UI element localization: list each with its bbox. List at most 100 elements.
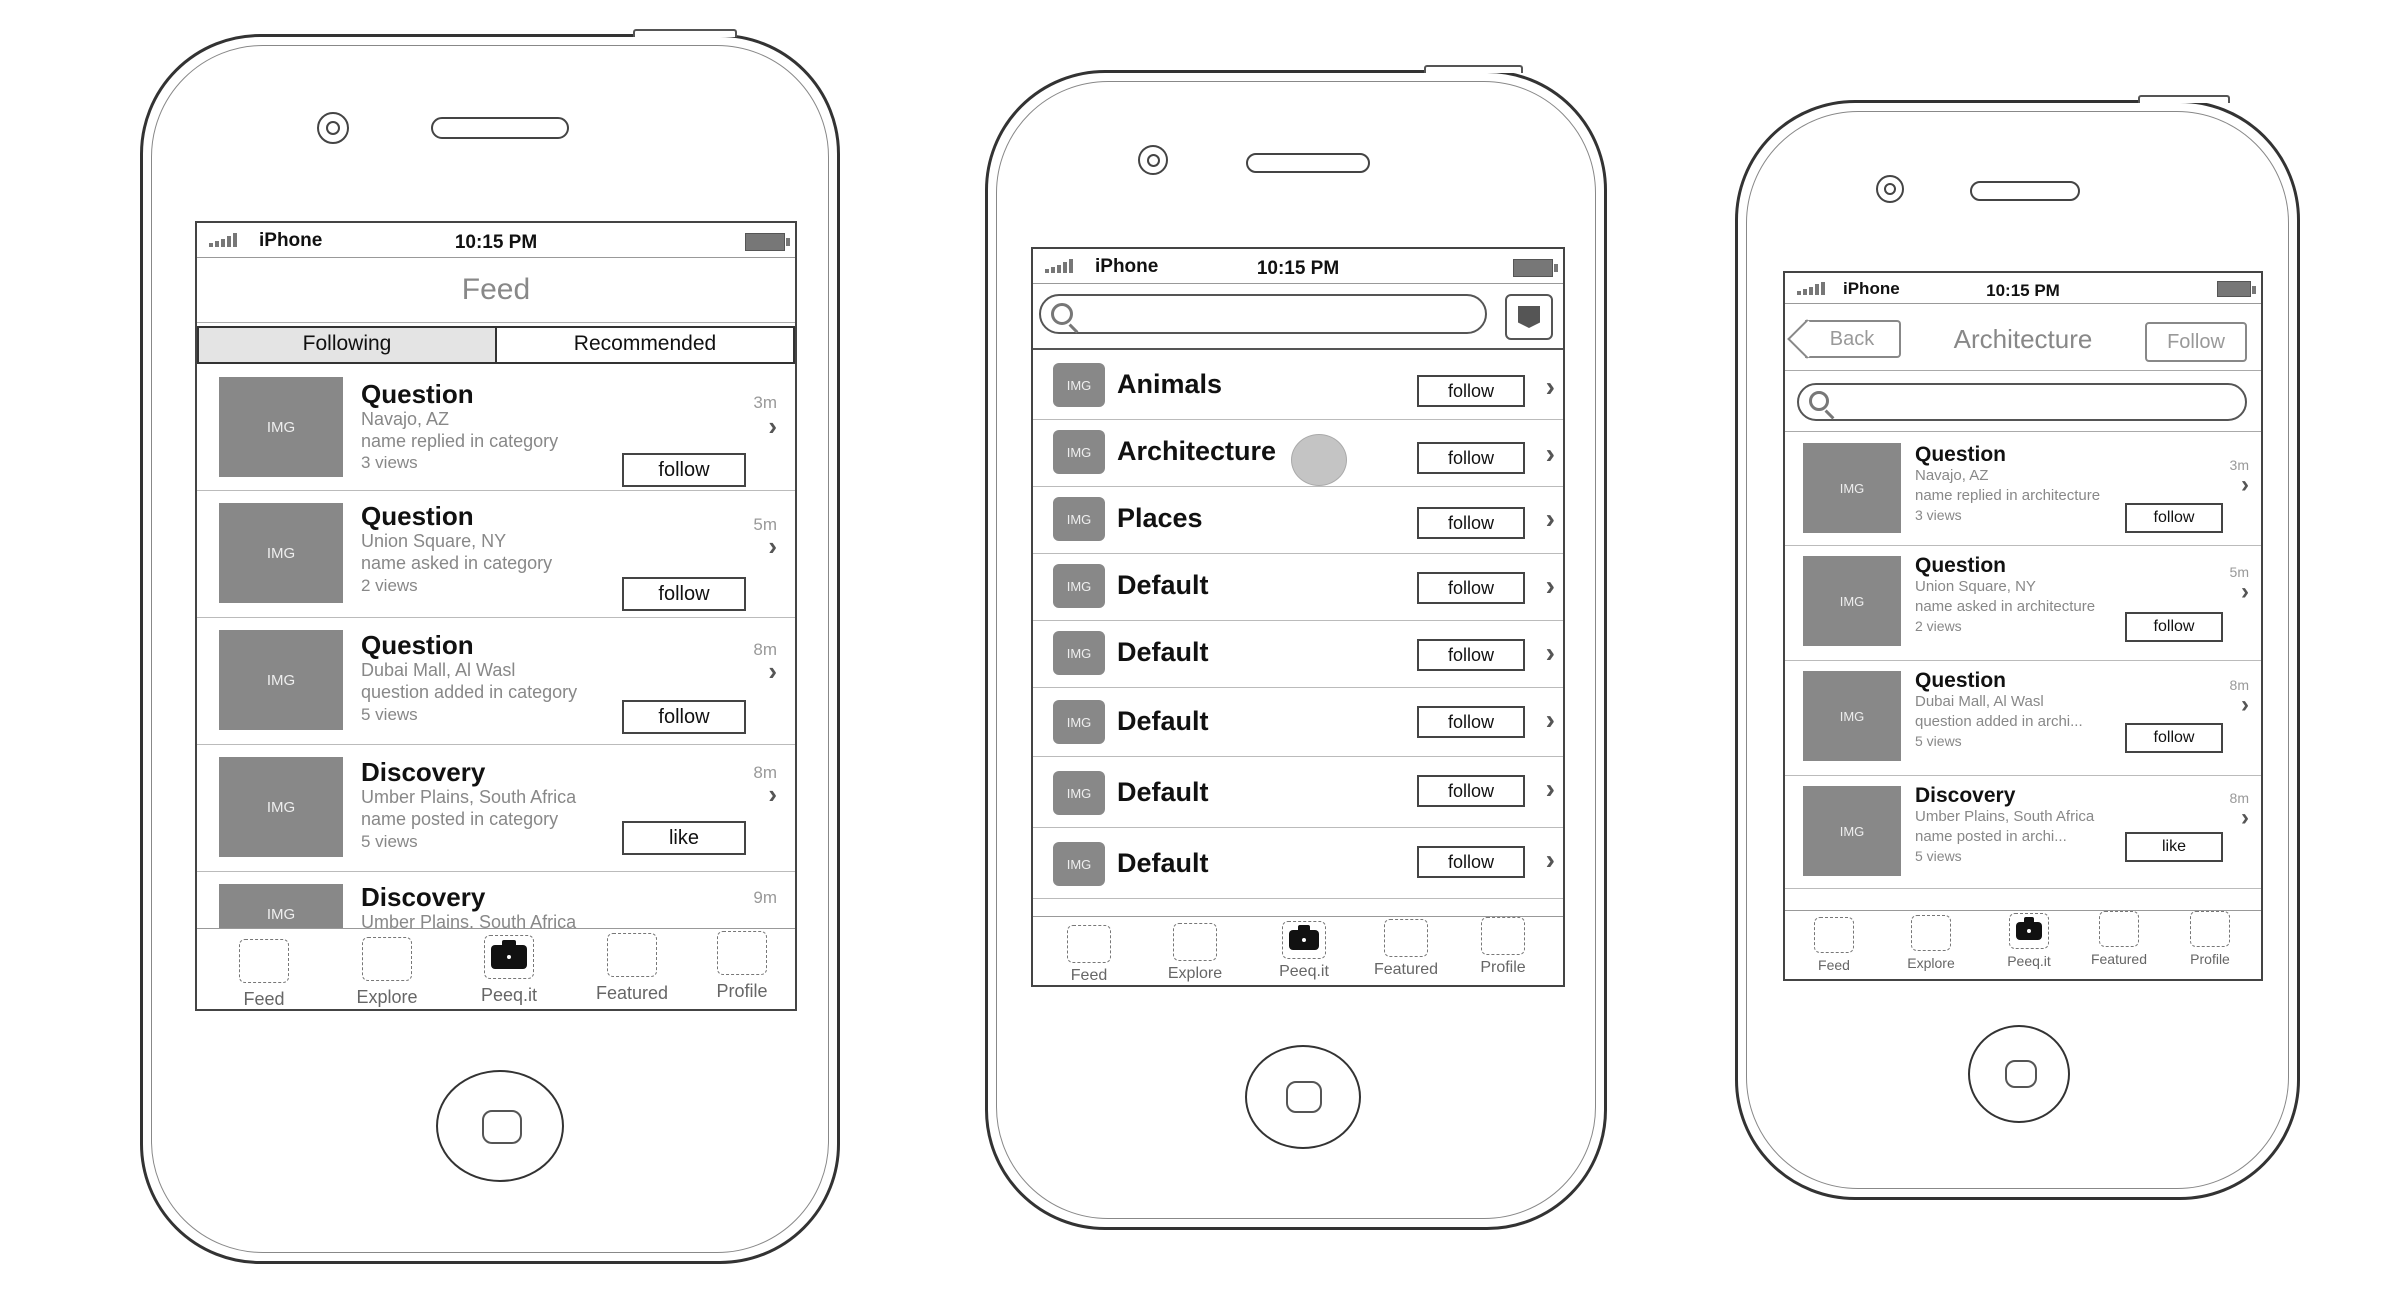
tab-profile[interactable]: Profile: [1463, 917, 1543, 977]
category-row[interactable]: IMG Architecture follow ›: [1033, 420, 1563, 487]
chevron-right-icon[interactable]: ›: [768, 531, 777, 562]
chevron-right-icon[interactable]: ›: [2241, 691, 2249, 719]
thumbnail-image: IMG: [1803, 443, 1901, 533]
like-button[interactable]: like: [622, 821, 746, 855]
chevron-right-icon[interactable]: ›: [1546, 844, 1555, 876]
tab-profile[interactable]: Profile: [697, 931, 787, 1002]
page-title: Feed: [461, 273, 531, 306]
bookmark-button[interactable]: [1505, 294, 1553, 340]
category-row[interactable]: IMG Default follow ›: [1033, 688, 1563, 757]
tab-explore[interactable]: Explore: [342, 937, 432, 1008]
thumbnail-image: IMG: [219, 503, 343, 603]
chevron-right-icon[interactable]: ›: [768, 411, 777, 442]
feed-item[interactable]: IMG Question Union Square, NY name asked…: [1785, 546, 2261, 661]
item-title: Discovery: [361, 757, 486, 787]
follow-button[interactable]: follow: [622, 453, 746, 487]
chevron-right-icon[interactable]: ›: [1546, 371, 1555, 403]
tab-feed[interactable]: Feed: [1799, 917, 1869, 973]
follow-button[interactable]: follow: [622, 577, 746, 611]
category-thumbnail: IMG: [1053, 363, 1105, 407]
follow-button[interactable]: follow: [1417, 442, 1525, 474]
thumbnail-image: IMG: [1803, 671, 1901, 761]
chevron-right-icon[interactable]: ›: [768, 779, 777, 810]
battery-icon: [745, 233, 790, 251]
follow-button[interactable]: follow: [1417, 775, 1525, 807]
category-name: Places: [1117, 503, 1203, 533]
chevron-right-icon[interactable]: ›: [1546, 503, 1555, 535]
status-bar: iPhone 10:15 PM: [197, 223, 795, 258]
category-thumbnail: IMG: [1053, 631, 1105, 675]
segment-following[interactable]: Following: [199, 328, 497, 362]
feed-item[interactable]: IMG Discovery Umber Plains, South Africa…: [1785, 776, 2261, 889]
search-input[interactable]: [1797, 383, 2247, 421]
item-action: name asked in category: [361, 553, 553, 573]
chevron-right-icon[interactable]: ›: [1546, 438, 1555, 470]
tab-peeqit[interactable]: Peeq.it: [1259, 921, 1349, 981]
tab-featured[interactable]: Featured: [582, 933, 682, 1004]
follow-button[interactable]: follow: [1417, 846, 1525, 878]
tab-profile[interactable]: Profile: [2175, 911, 2245, 967]
tab-bar: Feed Explore Peeq.it Featured Profile: [1785, 910, 2261, 979]
chevron-right-icon[interactable]: ›: [1546, 704, 1555, 736]
like-button[interactable]: like: [2125, 832, 2223, 862]
tab-label: Feed: [1818, 957, 1850, 973]
follow-button[interactable]: follow: [1417, 507, 1525, 539]
nav-bar: Back Architecture Follow: [1785, 304, 2261, 371]
search-input[interactable]: [1039, 294, 1487, 334]
feed-item[interactable]: IMG Question Dubai Mall, Al Wasl questio…: [197, 618, 795, 745]
category-row[interactable]: IMG Places follow ›: [1033, 487, 1563, 554]
feed-item[interactable]: IMG Discovery Umber Plains, South Africa…: [197, 872, 795, 944]
chevron-right-icon[interactable]: ›: [1546, 570, 1555, 602]
follow-button[interactable]: follow: [1417, 706, 1525, 738]
power-button: [633, 29, 737, 37]
category-name: Default: [1117, 570, 1209, 600]
tab-peeqit[interactable]: Peeq.it: [1989, 913, 2069, 969]
home-button[interactable]: [1245, 1045, 1361, 1149]
home-button[interactable]: [1968, 1025, 2070, 1123]
category-name: Default: [1117, 848, 1209, 878]
chevron-right-icon[interactable]: ›: [768, 656, 777, 687]
category-row[interactable]: IMG Default follow ›: [1033, 828, 1563, 899]
follow-button[interactable]: follow: [1417, 375, 1525, 407]
feed-item[interactable]: IMG Question Union Square, NY name asked…: [197, 491, 795, 618]
item-title: Question: [1915, 669, 2007, 692]
chevron-right-icon[interactable]: ›: [2241, 578, 2249, 606]
category-row[interactable]: IMG Default follow ›: [1033, 757, 1563, 828]
category-name: Default: [1117, 777, 1209, 807]
follow-button[interactable]: follow: [2125, 612, 2223, 642]
segment-recommended[interactable]: Recommended: [497, 328, 793, 362]
item-title: Question: [361, 501, 474, 531]
tab-explore[interactable]: Explore: [1893, 915, 1969, 971]
feed-item[interactable]: IMG Question Dubai Mall, Al Wasl questio…: [1785, 661, 2261, 776]
category-row[interactable]: IMG Default follow ›: [1033, 621, 1563, 688]
chevron-right-icon[interactable]: ›: [2241, 804, 2249, 832]
follow-button[interactable]: follow: [1417, 572, 1525, 604]
tab-label: Featured: [2090, 951, 2148, 967]
tab-featured[interactable]: Featured: [1361, 919, 1451, 979]
follow-category-button[interactable]: Follow: [2145, 322, 2247, 362]
follow-button[interactable]: follow: [2125, 503, 2223, 533]
chevron-right-icon[interactable]: ›: [1546, 637, 1555, 669]
feed-item[interactable]: IMG Discovery Umber Plains, South Africa…: [197, 745, 795, 872]
follow-button[interactable]: follow: [1417, 639, 1525, 671]
tab-explore[interactable]: Explore: [1155, 923, 1235, 983]
screen: iPhone 10:15 PM Back Architecture Follow…: [1783, 271, 2263, 981]
category-row[interactable]: IMG Default follow ›: [1033, 554, 1563, 621]
feed-item[interactable]: IMG Question Navajo, AZ name replied in …: [197, 365, 795, 491]
tab-label: Peeq.it: [480, 985, 538, 1005]
tab-feed[interactable]: Feed: [1049, 925, 1129, 985]
item-location: Union Square, NY: [361, 531, 507, 551]
power-button: [2138, 95, 2230, 103]
category-row[interactable]: IMG Animals follow ›: [1033, 353, 1563, 420]
chevron-right-icon[interactable]: ›: [1546, 773, 1555, 805]
home-button[interactable]: [436, 1070, 564, 1182]
tab-featured[interactable]: Featured: [2079, 911, 2159, 967]
feed-item[interactable]: IMG Question Navajo, AZ name replied in …: [1785, 433, 2261, 546]
tab-feed[interactable]: Feed: [219, 939, 309, 1009]
item-location: Dubai Mall, Al Wasl: [361, 660, 516, 680]
tab-peeqit[interactable]: Peeq.it: [459, 935, 559, 1006]
follow-button[interactable]: follow: [2125, 723, 2223, 753]
follow-button[interactable]: follow: [622, 700, 746, 734]
segmented-control: Following Recommended: [197, 326, 795, 364]
chevron-right-icon[interactable]: ›: [2241, 471, 2249, 499]
